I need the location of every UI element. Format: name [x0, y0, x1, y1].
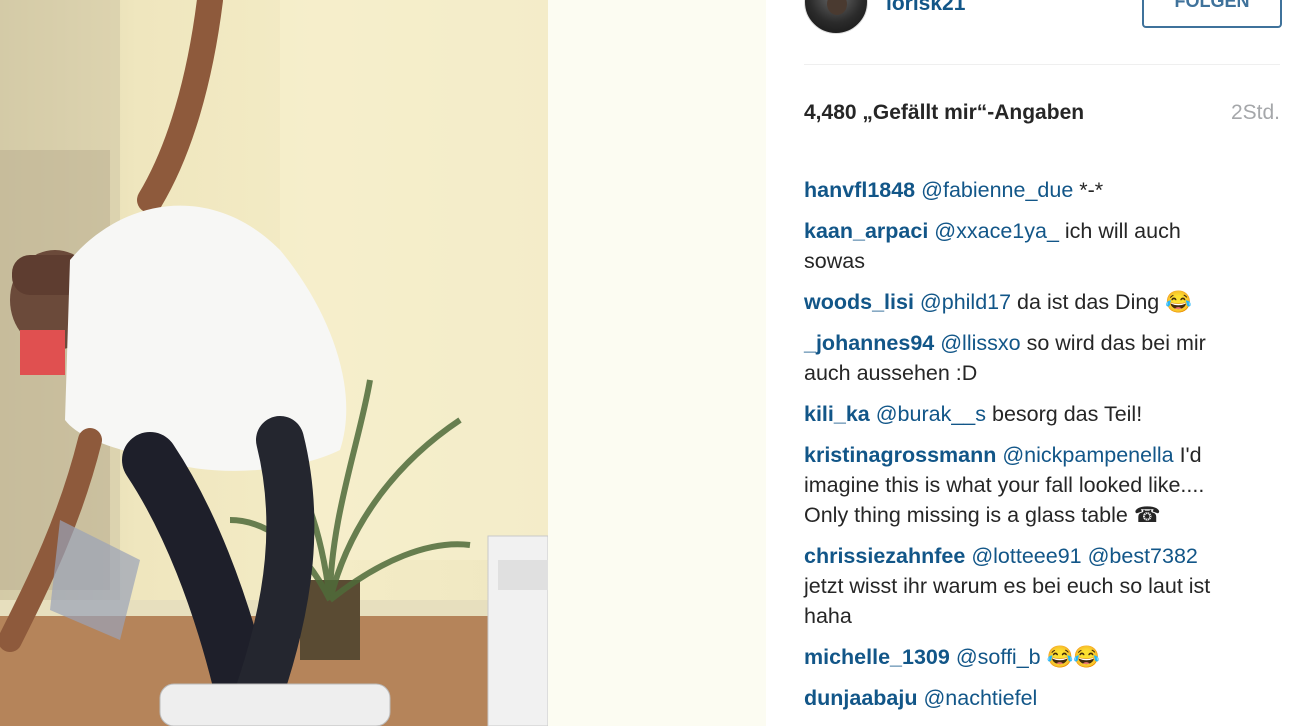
comment-mention[interactable]: @burak__s [876, 402, 986, 426]
comment-item: kristinagrossmann @nickpampenella I'd im… [804, 440, 1242, 530]
comment-username[interactable]: _johannes94 [804, 331, 934, 355]
comment-username[interactable]: hanvfl1848 [804, 178, 915, 202]
avatar-face [827, 0, 847, 15]
comments-list: hanvfl1848 @fabienne_due *-* kaan_arpaci… [804, 175, 1242, 724]
comment-username[interactable]: kristinagrossmann [804, 443, 996, 467]
likes-count[interactable]: 4,480 „Gefällt mir“-Angaben [804, 101, 1084, 124]
comment-item: hanvfl1848 @fabienne_due *-* [804, 175, 1242, 205]
comment-item: chrissiezahnfee @lotteee91 @best7382 jet… [804, 541, 1242, 631]
comment-text: jetzt wisst ihr warum es bei euch so lau… [804, 574, 1211, 628]
comment-username[interactable]: dunjaabaju [804, 686, 917, 710]
comment-text: besorg das Teil! [986, 402, 1143, 426]
comment-text: *-* [1073, 178, 1104, 202]
media-letterbox [548, 0, 766, 726]
comment-mention[interactable]: @soffi_b [956, 645, 1041, 669]
comment-username[interactable]: kaan_arpaci [804, 219, 928, 243]
comment-mention[interactable]: @lotteee91 @best7382 [971, 544, 1198, 568]
comment-item: kili_ka @burak__s besorg das Teil! [804, 399, 1242, 429]
comment-item: michelle_1309 @soffi_b 😂😂 [804, 642, 1242, 672]
likes-row: 4,480 „Gefällt mir“-Angaben 2Std. [804, 101, 1280, 131]
post-timestamp[interactable]: 2Std. [1231, 101, 1280, 125]
post-header: lorisk21 FOLGEN [804, 0, 1282, 66]
comment-mention[interactable]: @nickpampenella [1002, 443, 1173, 467]
video-frame-illustration [0, 0, 548, 726]
post-video[interactable] [0, 0, 548, 726]
comment-mention[interactable]: @fabienne_due [921, 178, 1073, 202]
post-author-username[interactable]: lorisk21 [886, 0, 965, 16]
header-divider [804, 64, 1280, 65]
comment-item: kaan_arpaci @xxace1ya_ ich will auch sow… [804, 216, 1242, 276]
profile-avatar[interactable] [804, 0, 868, 34]
comment-item: dunjaabaju @nachtiefel [804, 683, 1242, 713]
comment-username[interactable]: chrissiezahnfee [804, 544, 965, 568]
comment-mention[interactable]: @phild17 [920, 290, 1011, 314]
post-details-panel: lorisk21 FOLGEN 4,480 „Gefällt mir“-Anga… [766, 0, 1290, 726]
comment-text: 😂😂 [1040, 645, 1101, 669]
comment-mention[interactable]: @xxace1ya_ [934, 219, 1059, 243]
comment-username[interactable]: michelle_1309 [804, 645, 950, 669]
comment-item: _johannes94 @llissxo so wird das bei mir… [804, 328, 1242, 388]
comment-mention[interactable]: @llissxo [940, 331, 1020, 355]
comment-text: da ist das Ding 😂 [1011, 290, 1193, 314]
comment-username[interactable]: woods_lisi [804, 290, 914, 314]
follow-button[interactable]: FOLGEN [1142, 0, 1282, 28]
comment-item: woods_lisi @phild17 da ist das Ding 😂 [804, 287, 1242, 317]
comment-username[interactable]: kili_ka [804, 402, 870, 426]
comment-mention[interactable]: @nachtiefel [923, 686, 1037, 710]
